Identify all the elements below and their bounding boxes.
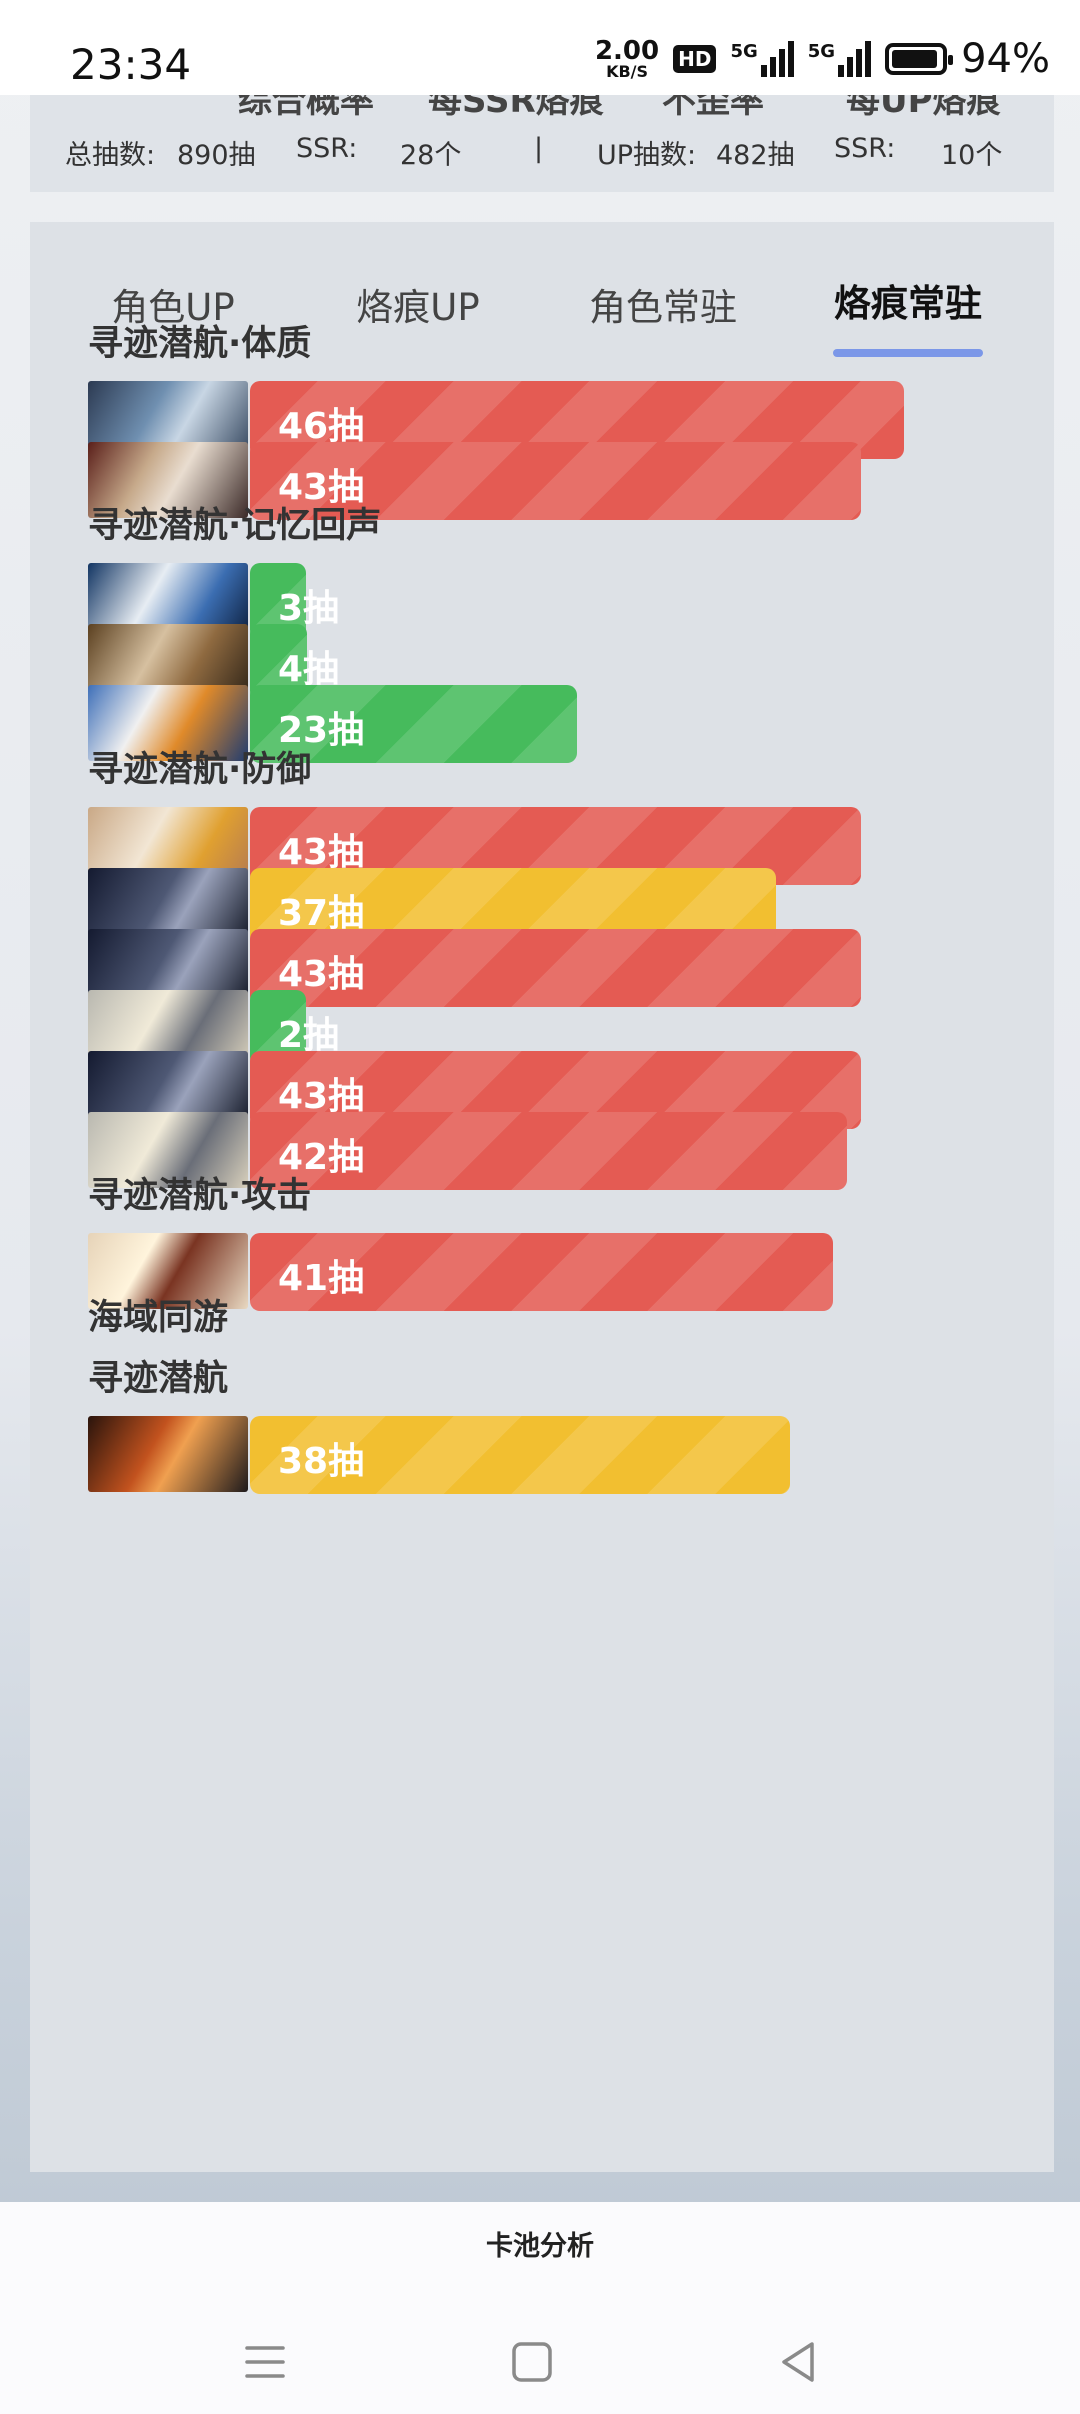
- up-pulls-value: 482抽: [716, 140, 795, 171]
- status-bar: 23:34 2.00 KB/S HD 5G 5G 94%: [0, 0, 1080, 95]
- signal-label-2: 5G: [807, 41, 836, 62]
- pull-record-row[interactable]: 38抽: [88, 1416, 908, 1494]
- tab-imprint-standard[interactable]: 烙痕常驻: [834, 273, 982, 327]
- ssr-value: 10个: [941, 140, 1003, 171]
- summary-header: 每UP烙痕: [846, 95, 1001, 121]
- total-pulls-value: 890抽: [177, 140, 256, 171]
- bottom-title[interactable]: 卡池分析: [0, 2224, 1080, 2263]
- section-title: 寻迹潜航·体质: [88, 324, 312, 364]
- total-pulls-label: 总抽数:: [65, 140, 156, 171]
- back-icon[interactable]: [770, 2332, 830, 2392]
- signal-icon-2: 5G: [807, 41, 872, 77]
- ssr-label: SSR:: [834, 133, 896, 164]
- net-speed-unit: KB/S: [606, 62, 649, 81]
- pool-card: 角色UP 烙痕UP 角色常驻 烙痕常驻 寻迹潜航·体质 46抽 43抽 寻迹潜航·记忆…: [30, 222, 1054, 2172]
- summary-card: 综合概率 每SSR烙痕 不歪率 每UP烙痕 总抽数: 890抽 SSR: 28个…: [30, 95, 1054, 192]
- signal-label: 5G: [730, 41, 758, 62]
- hd-voice-icon: HD: [673, 45, 717, 73]
- summary-header: 每SSR烙痕: [428, 95, 604, 121]
- tab-imprint-up[interactable]: 烙痕UP: [356, 277, 479, 331]
- section-title: 海域同游: [88, 1298, 229, 1338]
- signal-icon: 5G: [730, 41, 794, 77]
- bottom-bar: 卡池分析: [0, 2202, 1080, 2414]
- summary-header: 不歪率: [662, 95, 764, 121]
- status-icons: 2.00 KB/S HD 5G 5G 94%: [595, 36, 1050, 82]
- tab-character-standard[interactable]: 角色常驻: [589, 277, 737, 331]
- status-time: 23:34: [70, 40, 192, 89]
- ssr-value: 28个: [400, 140, 462, 171]
- net-speed-value: 2.00: [594, 36, 660, 66]
- section-title: 寻迹潜航·防御: [88, 750, 312, 790]
- pull-count-label: 41抽: [278, 1258, 365, 1299]
- net-speed: 2.00 KB/S: [595, 38, 659, 80]
- section-title: 寻迹潜航·记忆回声: [88, 506, 382, 546]
- home-icon[interactable]: [502, 2332, 562, 2392]
- section-title: 寻迹潜航·攻击: [88, 1176, 312, 1216]
- pull-count-label: 38抽: [278, 1441, 365, 1482]
- active-tab-indicator: [833, 349, 983, 357]
- section-title: 寻迹潜航: [88, 1359, 229, 1399]
- menu-icon[interactable]: [235, 2332, 295, 2392]
- up-pulls-label: UP抽数:: [597, 140, 697, 171]
- imprint-thumbnail: [88, 1416, 248, 1492]
- battery-icon: [885, 43, 954, 75]
- battery-percent: 94%: [961, 36, 1050, 82]
- ssr-label: SSR:: [296, 133, 358, 164]
- summary-header: 综合概率: [238, 95, 374, 121]
- divider: |: [534, 133, 544, 164]
